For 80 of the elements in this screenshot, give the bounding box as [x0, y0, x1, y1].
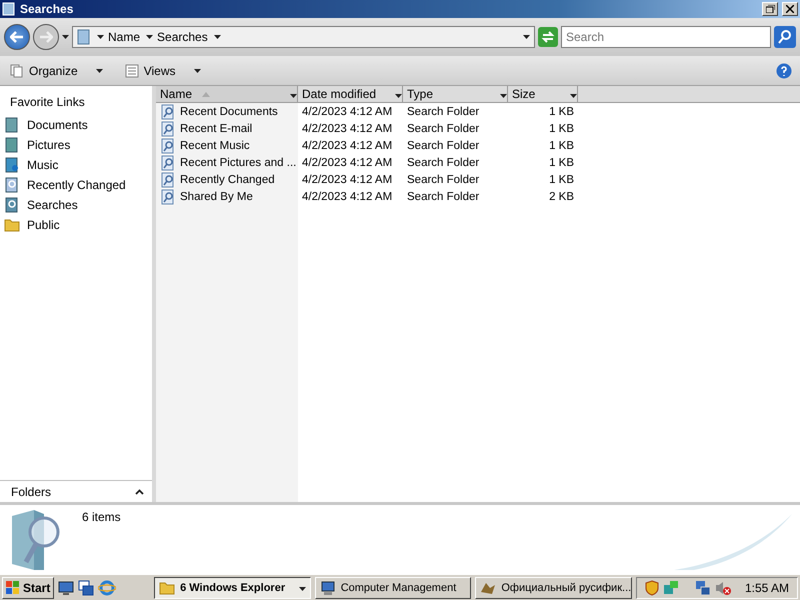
computers-icon — [694, 580, 711, 596]
help-icon[interactable] — [776, 62, 792, 78]
window-title: Searches — [20, 2, 74, 16]
search-field[interactable]: Search — [561, 26, 771, 48]
desktop-icon[interactable] — [58, 580, 74, 596]
restore-icon — [766, 5, 774, 13]
table-cell-text: 4/2/2023 4:12 AM — [301, 156, 394, 170]
muted-speaker-icon — [714, 580, 731, 596]
taskbar-button[interactable]: Официальный русифик... — [475, 576, 632, 598]
table-cell-text: 4/2/2023 4:12 AM — [301, 190, 394, 204]
restore-button[interactable] — [762, 2, 778, 16]
windows-logo-icon — [6, 580, 20, 594]
shield-icon — [644, 580, 659, 596]
close-button[interactable] — [782, 2, 798, 16]
caret-icon — [96, 68, 103, 72]
close-icon — [786, 5, 794, 13]
favorite-link[interactable]: Recently Changed — [0, 175, 152, 195]
column-header[interactable]: Type — [403, 86, 508, 103]
search-icon[interactable] — [774, 26, 796, 48]
address-field[interactable]: Name Searches — [72, 26, 535, 48]
table-cell-text: 1 KB — [548, 104, 575, 120]
windows-icon[interactable] — [78, 580, 94, 596]
favorite-link[interactable]: Pictures — [0, 135, 152, 155]
history-caret-icon — [62, 35, 69, 39]
views-button[interactable]: Views — [122, 62, 202, 80]
network-icon — [662, 580, 679, 596]
caret-icon — [214, 35, 221, 39]
column-header[interactable]: Size — [508, 86, 578, 103]
table-cell-text: Search Folder — [406, 104, 480, 120]
caret-icon — [97, 35, 104, 39]
table-cell-text: Search Folder — [406, 122, 480, 136]
back-button[interactable] — [4, 24, 30, 50]
favorite-link[interactable]: Music — [0, 155, 152, 175]
caret-icon — [194, 68, 200, 72]
folder-icon — [159, 580, 176, 596]
column-header[interactable]: Date modified — [298, 86, 403, 103]
table-cell-text: 4/2/2023 4:12 AM — [301, 172, 394, 188]
organize-button[interactable]: Organize — [8, 62, 105, 80]
sort-arrow-icon — [202, 92, 210, 96]
clock: 1:55 AM — [744, 580, 790, 594]
table-cell-text: 1 KB — [548, 122, 575, 136]
list-view-icon — [124, 64, 139, 78]
forward-arrow-icon — [39, 31, 53, 43]
caret-icon — [523, 35, 530, 39]
taskbar-button[interactable]: 6 Windows Explorer — [154, 576, 311, 598]
table-cell-text: 1 KB — [548, 138, 575, 154]
table-cell-text: Search Folder — [406, 190, 480, 204]
table-cell-text: Search Folder — [406, 138, 480, 154]
table-cell-text: 4/2/2023 4:12 AM — [301, 104, 394, 120]
forward-button[interactable] — [33, 24, 59, 50]
favorite-link[interactable]: Documents — [0, 115, 152, 135]
pages-icon — [10, 64, 24, 78]
table-cell-text: 2 KB — [548, 190, 575, 204]
favorite-links-heading: Favorite Links — [9, 94, 86, 111]
favorite-link[interactable]: Searches — [0, 195, 152, 215]
item-count: 6 items — [82, 510, 121, 526]
dropdown-caret-icon — [570, 94, 577, 98]
computer-icon — [320, 580, 336, 596]
back-arrow-icon — [10, 31, 24, 43]
column-header[interactable]: Name — [156, 86, 298, 103]
caret-icon — [146, 35, 154, 39]
dropdown-caret-icon — [290, 94, 297, 98]
table-cell-text: Search Folder — [406, 172, 480, 188]
table-cell-text: 1 KB — [548, 172, 575, 188]
dropdown-caret-icon — [395, 94, 402, 98]
caret-icon — [298, 586, 306, 590]
music-icon — [4, 157, 20, 173]
table-cell-text: 1 KB — [548, 156, 575, 170]
chevron-up-icon — [135, 488, 144, 494]
breadcrumb[interactable]: Searches — [146, 30, 208, 44]
favorite-link[interactable]: Public — [0, 215, 152, 235]
taskbar-button[interactable]: Computer Management — [314, 576, 472, 598]
refresh-icon[interactable] — [538, 27, 558, 47]
breadcrumb[interactable]: Name — [97, 30, 140, 44]
dropdown-caret-icon — [500, 94, 507, 98]
table-cell-text: Search Folder — [406, 156, 480, 170]
table-cell-text: 4/2/2023 4:12 AM — [301, 138, 394, 154]
table-cell-text: 4/2/2023 4:12 AM — [301, 122, 394, 136]
start-button[interactable]: Start — [2, 576, 54, 598]
folder-icon — [4, 217, 20, 233]
